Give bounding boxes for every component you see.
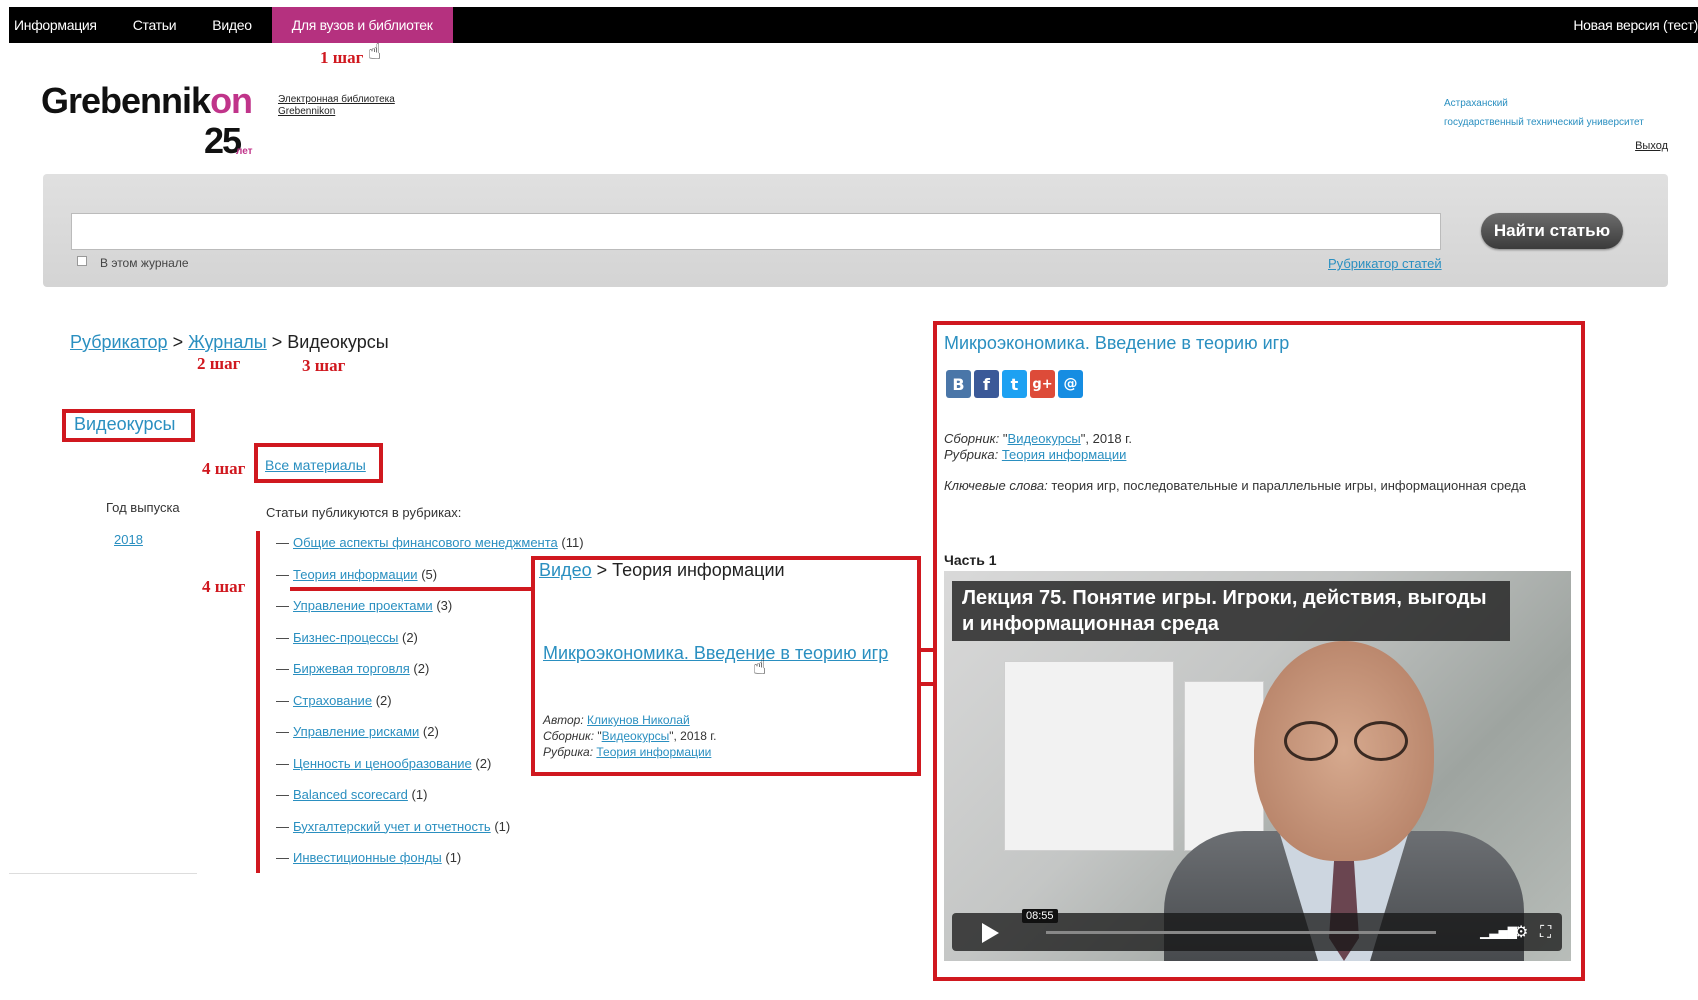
year-2018-link[interactable]: 2018 (114, 532, 143, 547)
rubric-link[interactable]: Теория информации (1002, 447, 1127, 462)
step-1-label: 1 шаг (320, 48, 364, 67)
nav-item-universities[interactable]: Для вузов и библиотек (271, 7, 453, 43)
rubric-link[interactable]: Бухгалтерский учет и отчетность (293, 819, 491, 834)
listing-article-title[interactable]: Микроэкономика. Введение в теорию игр (543, 643, 888, 664)
breadcrumb-journals[interactable]: Журналы (188, 332, 267, 352)
article-title: Микроэкономика. Введение в теорию игр (944, 333, 1290, 353)
library-link[interactable]: Электронная библиотека Grebennikon (278, 94, 395, 118)
search-input[interactable] (71, 213, 1441, 250)
listing-breadcrumb: Видео > Теория информации (539, 560, 785, 580)
rubric-link[interactable]: Инвестиционные фонды (293, 850, 442, 865)
nav-item-new-version[interactable]: Новая версия (тест) (1573, 7, 1698, 43)
search-panel: В этом журнале Рубрикатор статей Найти с… (43, 174, 1668, 287)
year-label: Год выпуска (106, 500, 180, 515)
article-keywords: Ключевые слова: теория игр, последовател… (944, 478, 1526, 493)
in-journal-checkbox[interactable] (77, 256, 87, 266)
university-name: Астраханский государственный технический… (1444, 98, 1644, 128)
list-item: — Бухгалтерский учет и отчетность (1) (276, 818, 511, 834)
settings-gear-icon[interactable]: ⚙ (1514, 922, 1528, 941)
listing-article-meta: Автор: Кликунов Николай Сборник: "Видеок… (543, 713, 717, 759)
video-background-shelf (1004, 661, 1174, 851)
highlight-rubrics-line (256, 531, 260, 873)
nav-item-info[interactable]: Информация (9, 7, 133, 43)
rubric-link[interactable]: Balanced scorecard (293, 787, 408, 802)
logout-link[interactable]: Выход (1635, 140, 1668, 152)
rubric-link[interactable]: Бизнес-процессы (293, 630, 398, 645)
video-speaker-glasses (1274, 721, 1414, 761)
breadcrumb-rubricator[interactable]: Рубрикатор (70, 332, 168, 352)
step-3-label: 3 шаг (302, 356, 346, 375)
video-time: 08:55 (1022, 909, 1058, 923)
site-logo[interactable]: Grebennikon (41, 80, 253, 122)
video-title: Лекция 75. Понятие игры. Игроки, действи… (952, 581, 1510, 641)
rubric-link[interactable]: Страхование (293, 693, 372, 708)
social-share-bar: B f t g+ @ (946, 370, 1083, 398)
list-item: — Инвестиционные фонды (1) (276, 850, 462, 865)
rubric-link[interactable]: Управление проектами (293, 598, 433, 613)
video-progress-bar[interactable] (1046, 931, 1436, 934)
rubric-link[interactable]: Общие аспекты финансового менеджмента (293, 535, 558, 550)
mail-ru-icon[interactable]: @ (1058, 370, 1083, 398)
article-meta: Сборник: "Видеокурсы", 2018 г. Рубрика: … (944, 431, 1132, 462)
video-player[interactable]: Лекция 75. Понятие игры. Игроки, действи… (944, 571, 1571, 961)
logo-anniversary-suffix: лет (236, 146, 253, 157)
video-background-shelf (1184, 681, 1264, 851)
hand-cursor-icon: ☝ (753, 655, 767, 680)
rubric-link[interactable]: Управление рисками (293, 724, 419, 739)
top-navigation: Информация Статьи Видео Для вузов и библ… (9, 7, 1698, 43)
all-materials-link[interactable]: Все материалы (265, 457, 366, 473)
list-item: — Balanced scorecard (1) (276, 787, 428, 802)
step-4-label-a: 4 шаг (202, 459, 246, 478)
rubric-link[interactable]: Биржевая торговля (293, 661, 410, 676)
rubric-link[interactable]: Ценность и ценообразование (293, 756, 472, 771)
twitter-icon[interactable]: t (1002, 370, 1027, 398)
section-title: Видеокурсы (74, 414, 176, 434)
author-link[interactable]: Кликунов Николай (587, 713, 690, 727)
rubric-link[interactable]: Теория информации (596, 745, 711, 759)
nav-item-articles[interactable]: Статьи (133, 7, 213, 43)
logo-anniversary-number: 25 (204, 120, 242, 161)
vk-icon[interactable]: B (946, 370, 971, 398)
listing-breadcrumb-video[interactable]: Видео (539, 560, 592, 580)
collection-link[interactable]: Видеокурсы (1008, 431, 1081, 446)
video-part-label: Часть 1 (944, 552, 997, 568)
find-article-button[interactable]: Найти статью (1481, 213, 1623, 249)
video-controls: 08:55 ▁▃▅▇ ⚙ ⛶ (952, 909, 1562, 951)
breadcrumb-current: Видеокурсы (287, 332, 389, 352)
hand-cursor-icon: ☝ (368, 40, 382, 65)
rubric-link[interactable]: Теория информации (293, 567, 418, 582)
rubricator-link[interactable]: Рубрикатор статей (1328, 256, 1442, 271)
volume-icon[interactable]: ▁▃▅▇ (1480, 925, 1517, 939)
play-icon[interactable] (982, 923, 999, 943)
in-journal-label: В этом журнале (100, 256, 189, 270)
google-plus-icon[interactable]: g+ (1030, 370, 1055, 398)
divider (9, 873, 197, 874)
step-2-label: 2 шаг (197, 354, 241, 373)
fullscreen-icon[interactable]: ⛶ (1540, 922, 1551, 942)
facebook-icon[interactable]: f (974, 370, 999, 398)
step-4-label-b: 4 шаг (202, 577, 246, 596)
rubrics-heading: Статьи публикуются в рубриках: (266, 505, 462, 520)
breadcrumb: Рубрикатор > Журналы > Видеокурсы (70, 332, 389, 352)
collection-link[interactable]: Видеокурсы (602, 729, 670, 743)
